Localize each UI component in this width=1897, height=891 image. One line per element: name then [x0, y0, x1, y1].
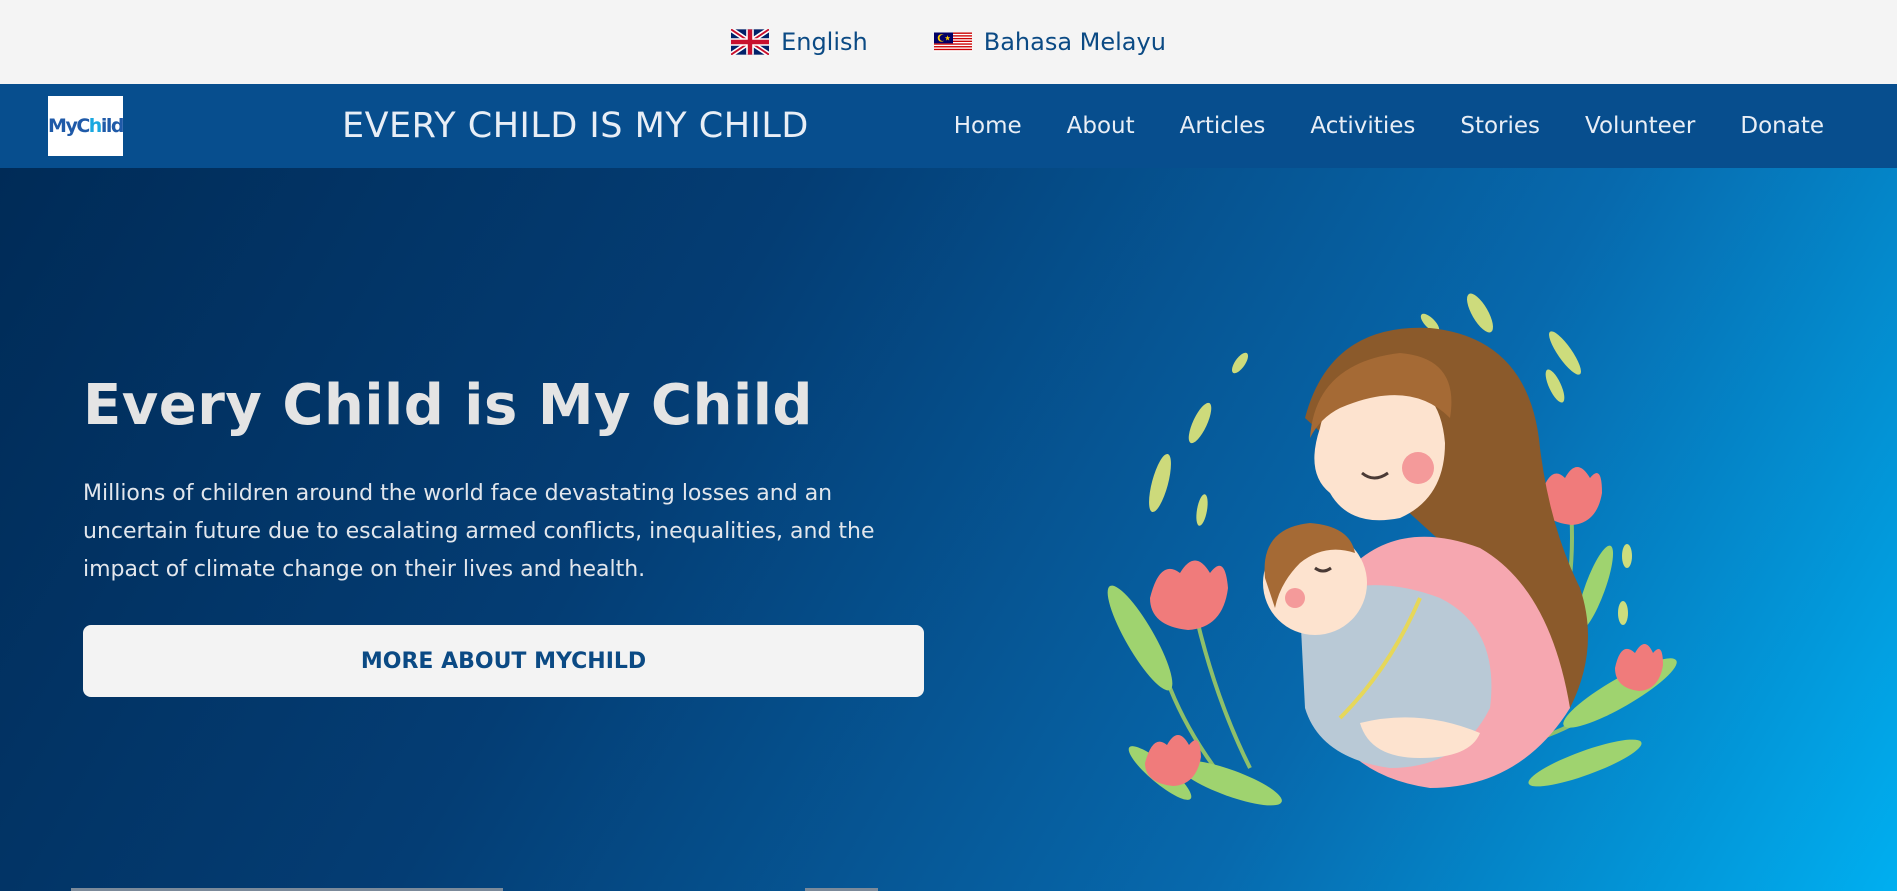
- hero-title: Every Child is My Child: [83, 373, 813, 438]
- logo-wordmark: MyChild: [48, 115, 124, 137]
- language-label-malay: Bahasa Melayu: [983, 28, 1166, 56]
- nav-menu: Home About Articles Activities Stories V…: [954, 84, 1824, 168]
- nav-link-about[interactable]: About: [1067, 113, 1135, 139]
- nav-link-stories[interactable]: Stories: [1460, 113, 1540, 139]
- main-navbar: MyChild EVERY CHILD IS MY CHILD Home Abo…: [0, 84, 1897, 168]
- mother-holding-baby-illustration: [1107, 293, 1677, 806]
- hero-description: Millions of children around the world fa…: [83, 481, 875, 582]
- nav-link-activities[interactable]: Activities: [1310, 113, 1415, 139]
- nav-link-articles[interactable]: Articles: [1180, 113, 1266, 139]
- language-option-english[interactable]: English: [731, 28, 868, 56]
- language-bar: English Bahasa Melayu: [0, 0, 1897, 84]
- language-option-malay[interactable]: Bahasa Melayu: [933, 28, 1166, 56]
- nav-link-donate[interactable]: Donate: [1740, 113, 1824, 139]
- more-about-button[interactable]: MORE ABOUT MYCHILD: [83, 625, 924, 697]
- site-logo[interactable]: MyChild: [48, 96, 124, 156]
- malaysia-flag-icon: [933, 32, 972, 52]
- nav-link-home[interactable]: Home: [954, 113, 1022, 139]
- uk-flag-icon: [731, 29, 770, 55]
- site-title: EVERY CHILD IS MY CHILD: [342, 106, 809, 146]
- hero-section: Every Child is My Child Millions of chil…: [0, 168, 1897, 891]
- language-label-english: English: [781, 28, 868, 56]
- nav-link-volunteer[interactable]: Volunteer: [1585, 113, 1695, 139]
